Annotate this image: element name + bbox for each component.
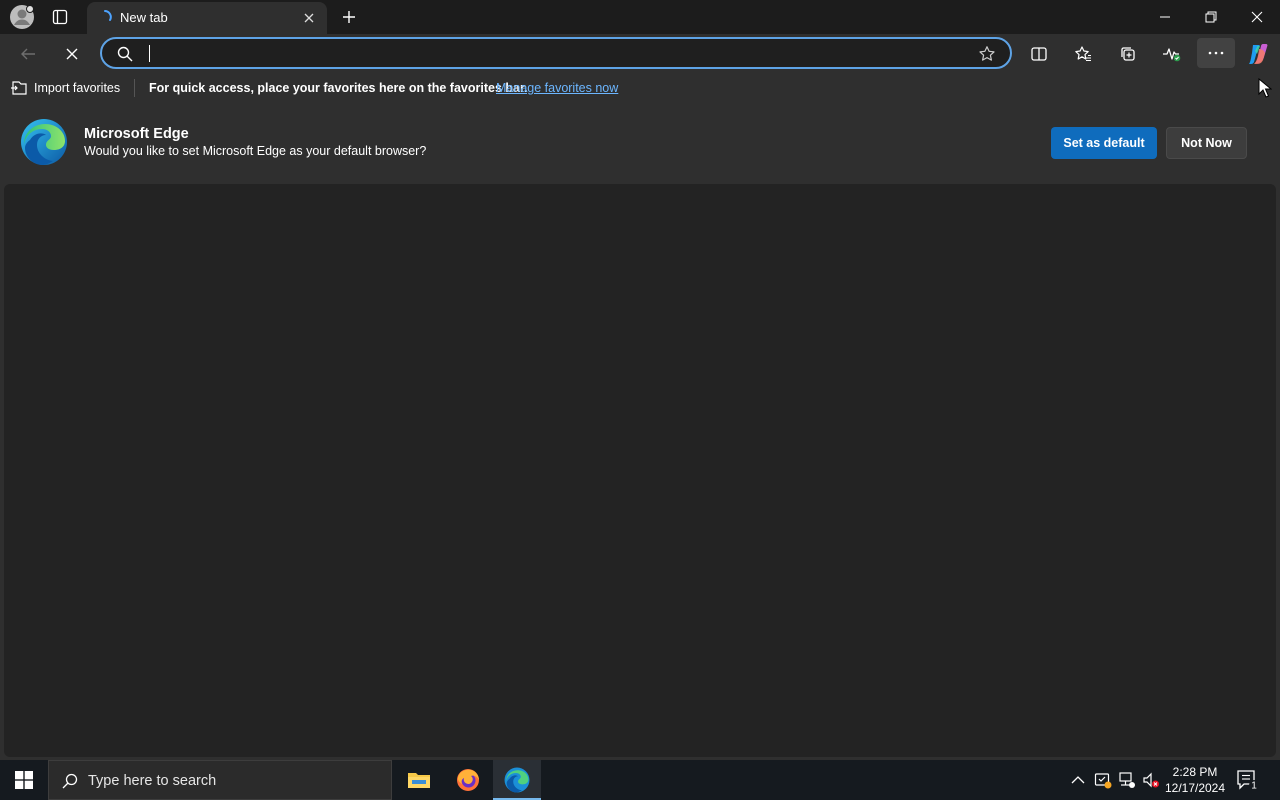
- favorites-bar: Import favorites For quick access, place…: [0, 72, 1280, 104]
- windows-start-button[interactable]: [0, 760, 48, 800]
- minimize-icon[interactable]: [1153, 5, 1177, 29]
- banner-subtitle: Would you like to set Microsoft Edge as …: [84, 144, 427, 158]
- browser-essentials-icon[interactable]: [1158, 40, 1186, 68]
- import-favorites-label: Import favorites: [34, 81, 121, 95]
- stop-loading-button[interactable]: [58, 40, 86, 68]
- title-bar: New tab: [0, 0, 1280, 34]
- security-alert-icon[interactable]: [1093, 770, 1113, 790]
- taskbar-search-box[interactable]: Type here to search: [48, 760, 392, 800]
- firefox-taskbar-icon[interactable]: [444, 760, 492, 800]
- address-bar[interactable]: [100, 37, 1012, 69]
- add-favorite-star-icon[interactable]: [978, 45, 996, 63]
- close-tab-icon[interactable]: [301, 10, 317, 26]
- set-as-default-button[interactable]: Set as default: [1051, 127, 1157, 159]
- edge-taskbar-icon[interactable]: [493, 760, 541, 800]
- clock-time: 2:28 PM: [1172, 765, 1218, 779]
- clock-date: 12/17/2024: [1164, 781, 1226, 795]
- favorites-bar-message: For quick access, place your favorites h…: [149, 81, 528, 95]
- search-icon: [116, 45, 134, 63]
- microsoft-edge-logo-icon: [20, 118, 68, 166]
- address-input[interactable]: [148, 43, 968, 63]
- new-tab-button[interactable]: [337, 5, 361, 29]
- restore-icon[interactable]: [1199, 5, 1223, 29]
- mouse-pointer-icon: [1258, 78, 1272, 98]
- import-icon: [11, 81, 27, 95]
- profile-avatar-icon[interactable]: [8, 3, 36, 31]
- copilot-icon[interactable]: [1244, 40, 1272, 68]
- loading-spinner-icon: [97, 9, 113, 25]
- manage-favorites-link[interactable]: Manage favorites now: [496, 81, 618, 95]
- network-disconnected-icon[interactable]: [1117, 770, 1137, 790]
- file-explorer-taskbar-icon[interactable]: [395, 760, 443, 800]
- close-window-icon[interactable]: [1245, 5, 1269, 29]
- import-favorites-button[interactable]: Import favorites: [10, 78, 120, 98]
- tab-actions-icon[interactable]: [48, 5, 72, 29]
- notifications-icon[interactable]: 1: [1234, 769, 1260, 791]
- not-now-button[interactable]: Not Now: [1166, 127, 1247, 159]
- tab-new-tab[interactable]: New tab: [87, 2, 327, 34]
- default-browser-banner: Microsoft Edge Would you like to set Mic…: [0, 104, 1280, 180]
- show-hidden-icons-chevron-icon[interactable]: [1068, 770, 1088, 790]
- back-button[interactable]: [14, 40, 42, 68]
- system-clock[interactable]: 2:28 PM 12/17/2024: [1160, 764, 1230, 796]
- favorites-divider: [134, 79, 135, 97]
- text-caret: [149, 45, 150, 62]
- windows-logo-icon: [15, 771, 33, 789]
- split-screen-icon[interactable]: [1025, 40, 1053, 68]
- banner-title: Microsoft Edge: [84, 126, 189, 142]
- page-content-area[interactable]: [4, 184, 1276, 757]
- notification-count: 1: [1251, 781, 1257, 792]
- more-options-button[interactable]: [1197, 38, 1235, 68]
- taskbar-search-icon: [61, 772, 79, 790]
- taskbar: Type here to search 2:28 PM 12/17/2024 1: [0, 760, 1280, 800]
- collections-icon[interactable]: [1114, 40, 1142, 68]
- favorites-icon[interactable]: [1069, 40, 1097, 68]
- browser-toolbar: [0, 34, 1280, 72]
- tab-title: New tab: [120, 10, 168, 25]
- volume-muted-icon[interactable]: [1141, 770, 1161, 790]
- taskbar-search-placeholder: Type here to search: [88, 773, 217, 789]
